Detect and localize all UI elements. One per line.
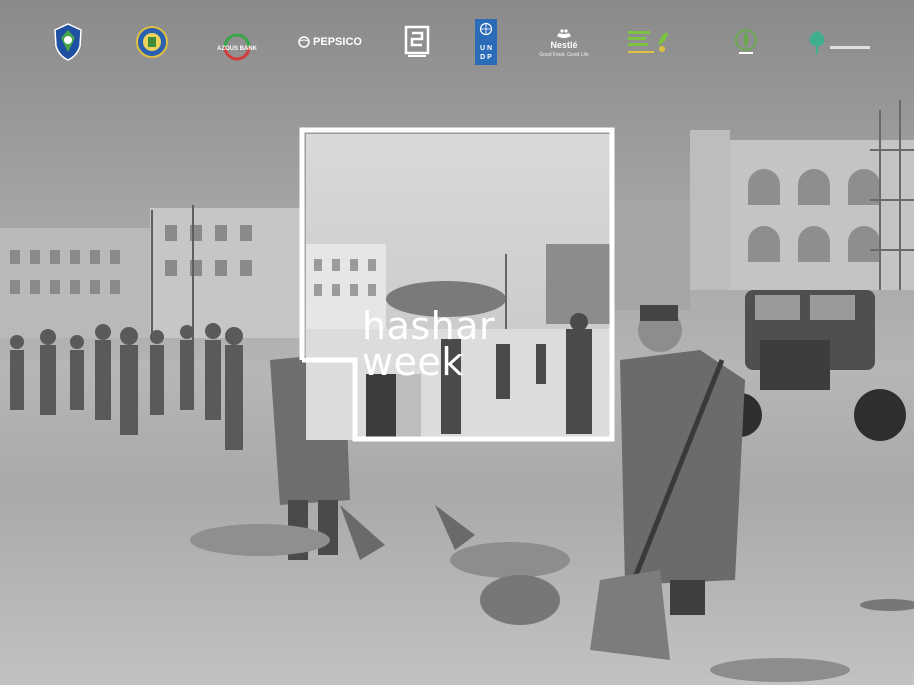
title-line-2: week	[362, 340, 464, 384]
tree-icon	[809, 31, 825, 54]
green-emblem-icon	[735, 29, 757, 54]
green-emblem-logo	[710, 14, 782, 70]
nestle-text: Nestlé	[550, 40, 578, 50]
square-emblem-icon	[404, 25, 430, 57]
pepsico-text: PEPSICO	[313, 36, 362, 48]
sponsor-logos: AZOUS BANK PEPSICO U N D P Nestlé Good F…	[0, 14, 914, 74]
bank-logo: AZOUS BANK	[212, 14, 262, 70]
shield-icon	[54, 23, 82, 61]
green-leaf-icon	[628, 31, 668, 53]
pepsico-globe-icon	[298, 36, 310, 48]
event-title: hashar week	[362, 304, 496, 384]
bank-logo-text: AZOUS BANK	[217, 46, 257, 52]
un-globe-icon	[479, 22, 493, 36]
nestle-nest-icon	[557, 29, 571, 38]
shield-logo	[48, 14, 88, 70]
undp-logo: U N D P	[473, 14, 499, 70]
undp-text: U N D P	[479, 45, 493, 61]
nestle-caption: Good Food, Good Life	[539, 52, 589, 58]
emblem-icon	[136, 26, 168, 58]
tree-logo	[805, 14, 871, 70]
poster: hashar week AZOUS BANK PEPSICO U N D P N…	[0, 0, 914, 685]
emblem-logo	[132, 14, 172, 70]
pepsico-logo: PEPSICO	[290, 14, 370, 70]
green-logo	[622, 14, 674, 70]
square-logo	[400, 14, 434, 70]
title-line-1: hashar	[362, 304, 496, 348]
nestle-logo: Nestlé Good Food, Good Life	[535, 14, 593, 70]
